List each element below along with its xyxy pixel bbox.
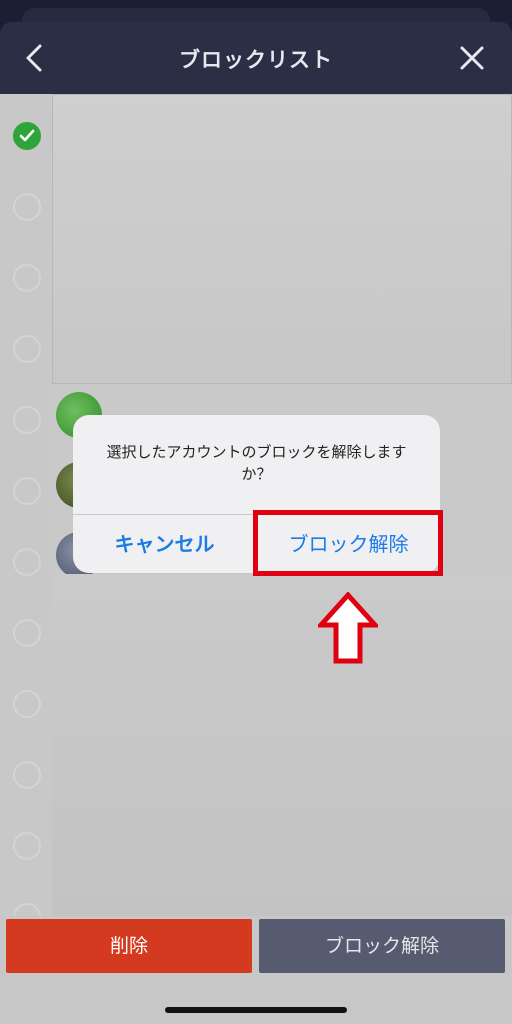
selection-radio[interactable] [13,761,41,789]
dialog-message: 選択したアカウントのブロックを解除しますか？ [106,443,407,483]
selection-radio[interactable] [13,406,41,434]
annotation-highlight-box [253,510,443,576]
bottom-action-bar: 削除 ブロック解除 [0,916,512,1024]
selection-check-icon[interactable] [13,122,41,150]
selection-radio[interactable] [13,903,41,916]
close-icon[interactable] [454,40,490,76]
delete-button[interactable]: 削除 [6,919,252,973]
home-indicator [165,1007,347,1013]
blurred-content-panel [52,574,512,916]
selection-radio[interactable] [13,832,41,860]
selection-radio[interactable] [13,690,41,718]
selection-radio[interactable] [13,335,41,363]
selection-radio[interactable] [13,264,41,292]
page-title: ブロックリスト [179,48,333,72]
selection-radio[interactable] [13,193,41,221]
blurred-content-panel [52,94,512,384]
unblock-button[interactable]: ブロック解除 [259,919,505,973]
annotation-up-arrow-icon [315,591,381,668]
selection-radio[interactable] [13,619,41,647]
selection-radio[interactable] [13,477,41,505]
sheet-stack-edge [22,8,490,22]
cancel-button[interactable]: キャンセル [73,515,256,573]
selection-radio[interactable] [13,548,41,576]
header: ブロックリスト [0,22,512,94]
selection-column [0,94,52,916]
